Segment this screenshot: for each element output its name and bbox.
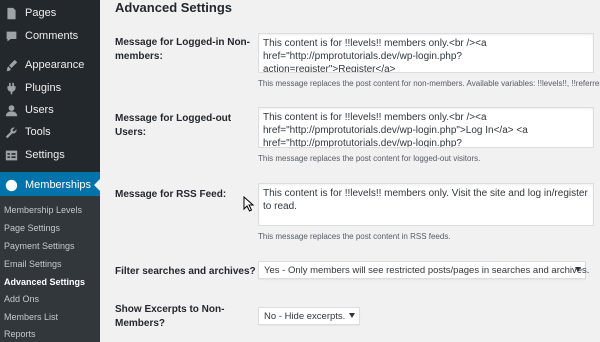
memberships-icon <box>3 177 19 193</box>
sidebar-item-settings[interactable]: Settings <box>0 144 100 166</box>
pages-icon <box>3 5 19 21</box>
sidebar-item-plugins[interactable]: Plugins <box>0 77 100 99</box>
filter-searches-value: Yes - Only members will see restricted p… <box>264 264 590 276</box>
sidebar-item-label: Memberships <box>25 179 92 191</box>
sidebar-item-appearance[interactable]: Appearance <box>0 54 100 76</box>
sidebar-item-tools[interactable]: Tools <box>0 121 100 143</box>
rss-message-label: Message for RSS Feed: <box>115 189 227 200</box>
logged-in-message-description: This message replaces the post content f… <box>258 79 600 88</box>
show-excerpts-select[interactable]: No - Hide excerpts. <box>258 307 360 325</box>
logged-out-message-textarea[interactable]: This content is for !!levels!! members o… <box>258 107 594 148</box>
users-icon <box>3 102 19 118</box>
submenu-item-reports[interactable]: Reports <box>4 326 36 342</box>
submenu-item-membership-levels[interactable]: Membership Levels <box>4 202 82 218</box>
sidebar-item-label: Tools <box>25 126 51 138</box>
show-excerpts-value: No - Hide excerpts. <box>264 310 346 322</box>
submenu-item-payment-settings[interactable]: Payment Settings <box>4 238 75 254</box>
plugins-icon <box>3 80 19 96</box>
logged-out-message-description: This message replaces the post content f… <box>258 154 481 163</box>
filter-searches-select[interactable]: Yes - Only members will see restricted p… <box>258 261 590 279</box>
sidebar-item-pages[interactable]: Pages <box>0 2 100 24</box>
sidebar-item-label: Settings <box>25 149 65 161</box>
submenu-item-advanced-settings[interactable]: Advanced Settings <box>4 274 85 290</box>
sidebar-item-label: Comments <box>25 30 79 42</box>
page-title: Advanced Settings <box>115 0 233 15</box>
submenu-item-page-settings[interactable]: Page Settings <box>4 220 60 236</box>
logged-in-message-textarea[interactable]: This content is for !!levels!! members o… <box>258 33 594 73</box>
sidebar-item-label: Appearance <box>25 59 85 71</box>
sidebar-item-comments[interactable]: Comments <box>0 25 100 47</box>
submenu-item-email-settings[interactable]: Email Settings <box>4 256 62 272</box>
show-excerpts-label: Show Excerpts to Non-Members? <box>115 304 225 329</box>
admin-sidebar: Pages Comments Appearance Plugins Users … <box>0 0 100 342</box>
comments-icon <box>3 28 19 44</box>
tools-icon <box>3 124 19 140</box>
settings-main: Advanced Settings Message for Logged-in … <box>100 0 600 342</box>
chevron-down-icon <box>349 313 355 318</box>
submenu-item-add-ons[interactable]: Add Ons <box>4 291 39 307</box>
sidebar-item-label: Pages <box>25 7 57 19</box>
logged-in-message-label: Message for Logged-in Non-members: <box>115 37 250 62</box>
chevron-down-icon <box>575 267 581 272</box>
rss-message-description: This message replaces the post content i… <box>258 232 451 241</box>
mouse-cursor-icon <box>243 196 255 212</box>
sidebar-item-label: Users <box>25 104 54 116</box>
submenu-item-members-list[interactable]: Members List <box>4 309 58 325</box>
sidebar-item-memberships[interactable]: Memberships <box>0 172 100 198</box>
appearance-icon <box>3 57 19 73</box>
sidebar-item-users[interactable]: Users <box>0 99 100 121</box>
rss-message-textarea[interactable]: This content is for !!levels!! members o… <box>258 183 594 226</box>
sidebar-item-label: Plugins <box>25 82 62 94</box>
settings-icon <box>3 147 19 163</box>
memberships-submenu: Membership Levels Page Settings Payment … <box>0 196 100 342</box>
logged-out-message-label: Message for Logged-out Users: <box>115 113 232 138</box>
